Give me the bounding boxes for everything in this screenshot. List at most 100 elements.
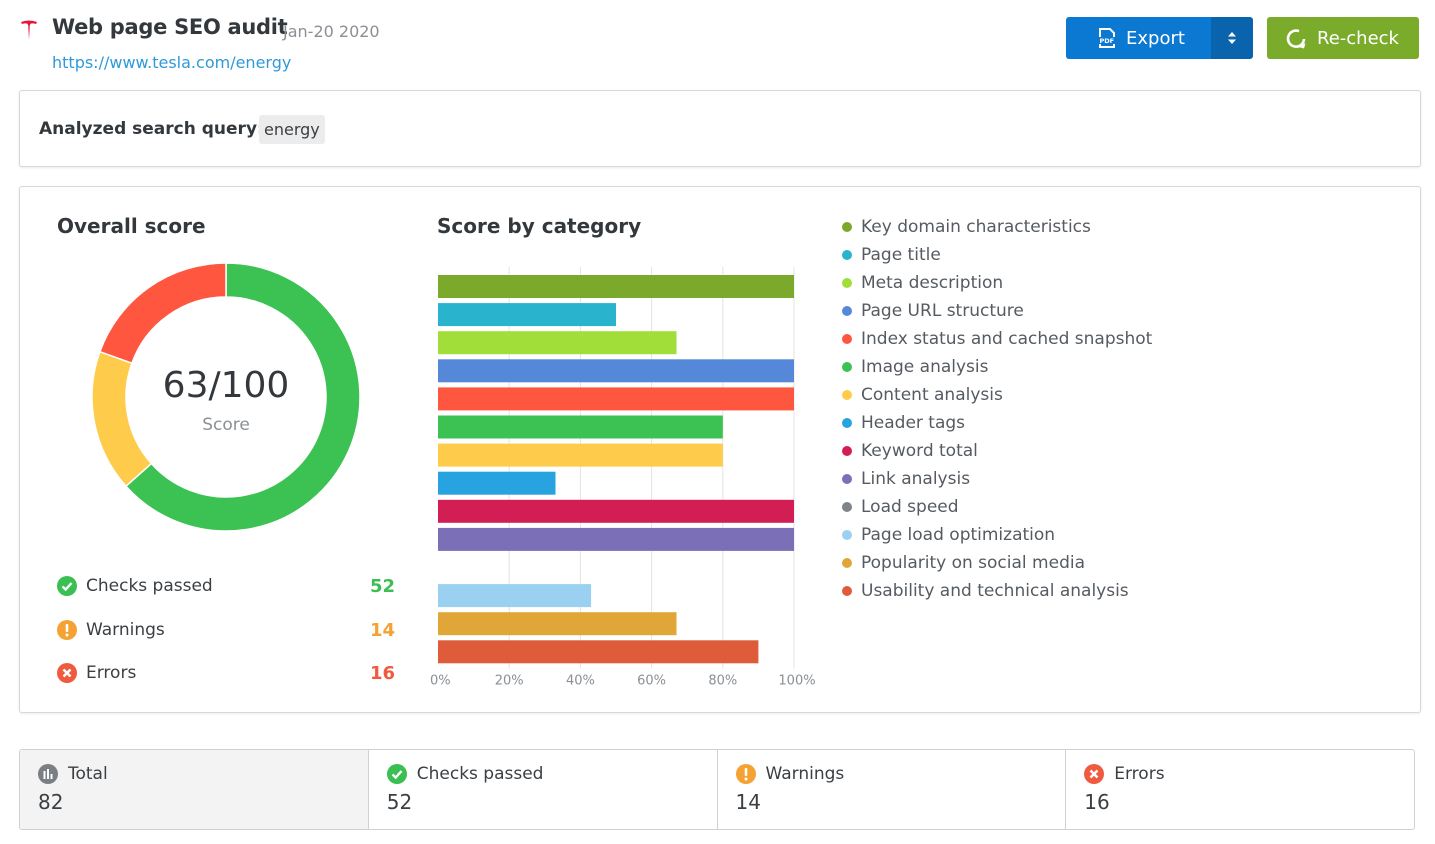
export-label: Export bbox=[1126, 27, 1185, 49]
bar-index-status-and-cached-snapshot[interactable] bbox=[438, 387, 794, 411]
errors-count: 16 bbox=[369, 662, 395, 684]
legend-item[interactable]: Header tags bbox=[842, 409, 1152, 437]
summary-tab-total[interactable]: Total 82 bbox=[20, 750, 369, 829]
score-label: Score bbox=[202, 415, 250, 435]
legend-label: Index status and cached snapshot bbox=[861, 329, 1153, 349]
legend-label: Usability and technical analysis bbox=[861, 581, 1129, 601]
audited-url-link[interactable]: https://www.tesla.com/energy bbox=[52, 53, 291, 72]
bar-popularity-on-social-media[interactable] bbox=[438, 612, 677, 636]
audit-date: Jan-20 2020 bbox=[283, 22, 380, 41]
bar-page-load-optimization[interactable] bbox=[438, 584, 592, 608]
check-circle-icon bbox=[57, 576, 77, 596]
summary-errors-value: 16 bbox=[1084, 790, 1110, 814]
summary-passed-value: 52 bbox=[386, 790, 413, 814]
bar-meta-description[interactable] bbox=[438, 331, 677, 355]
tesla-logo-icon bbox=[21, 20, 37, 40]
summary-tab-errors[interactable]: Errors 16 bbox=[1066, 750, 1414, 829]
summary-tabs: Total 82 Checks passed 52 Warnings 14 Er… bbox=[19, 749, 1415, 830]
bar-usability-and-technical-analysis[interactable] bbox=[438, 640, 759, 664]
category-score-heading: Score by category bbox=[437, 214, 642, 238]
legend-dot-icon bbox=[842, 362, 852, 372]
legend-item[interactable]: Content analysis bbox=[842, 381, 1152, 409]
legend-label: Link analysis bbox=[861, 469, 971, 489]
legend-label: Key domain characteristics bbox=[861, 217, 1091, 237]
errors-label: Errors bbox=[86, 663, 137, 683]
legend-dot-icon bbox=[842, 502, 852, 512]
legend-item[interactable]: Page title bbox=[842, 241, 1152, 269]
checks-passed-label: Checks passed bbox=[86, 576, 213, 596]
legend-item[interactable]: Popularity on social media bbox=[842, 549, 1152, 577]
legend-item[interactable]: Key domain characteristics bbox=[842, 213, 1152, 241]
legend-label: Content analysis bbox=[861, 385, 1003, 405]
bar-key-domain-characteristics[interactable] bbox=[438, 275, 794, 298]
legend-item[interactable]: Load speed bbox=[842, 493, 1152, 521]
x-tick-label: 100% bbox=[778, 673, 815, 687]
donut-slice-errors bbox=[98, 262, 227, 365]
legend-dot-icon bbox=[842, 558, 852, 568]
score-panel: Overall score Score by category 63/100 S… bbox=[19, 186, 1421, 713]
search-query-label: Analyzed search query: bbox=[39, 119, 264, 139]
legend-label: Page load optimization bbox=[861, 525, 1056, 545]
summary-warnings-label: Warnings bbox=[765, 764, 845, 784]
legend-item[interactable]: Index status and cached snapshot bbox=[842, 325, 1152, 353]
error-circle-icon bbox=[57, 663, 77, 683]
warning-circle-icon bbox=[57, 620, 77, 640]
legend-item[interactable]: Keyword total bbox=[842, 437, 1152, 465]
legend-label: Page title bbox=[861, 245, 941, 265]
legend-dot-icon bbox=[842, 390, 852, 400]
checks-passed-row: Checks passed 52 bbox=[57, 574, 395, 598]
x-tick-label: 20% bbox=[495, 673, 524, 687]
legend-label: Keyword total bbox=[861, 441, 978, 461]
category-bar-chart: 0% 20% 40% 60% 80% 100% bbox=[430, 267, 816, 687]
svg-text:PDF: PDF bbox=[1100, 37, 1115, 45]
legend-item[interactable]: Meta description bbox=[842, 269, 1152, 297]
recheck-button[interactable]: Re-check bbox=[1267, 17, 1419, 59]
bar-page-url-structure[interactable] bbox=[438, 359, 794, 383]
legend-item[interactable]: Link analysis bbox=[842, 465, 1152, 493]
bar-link-analysis[interactable] bbox=[438, 527, 794, 551]
error-circle-icon bbox=[1084, 764, 1105, 784]
x-tick-label: 40% bbox=[566, 673, 595, 687]
summary-total-value: 82 bbox=[38, 790, 64, 814]
summary-total-label: Total bbox=[68, 764, 108, 784]
score-value: 63/100 bbox=[162, 365, 290, 406]
legend-item[interactable]: Page load optimization bbox=[842, 521, 1152, 549]
legend-item[interactable]: Usability and technical analysis bbox=[842, 577, 1152, 605]
page-title: Web page SEO audit bbox=[52, 15, 288, 39]
bar-header-tags[interactable] bbox=[438, 471, 556, 495]
bar-keyword-total[interactable] bbox=[438, 499, 794, 523]
summary-tab-checks-passed[interactable]: Checks passed 52 bbox=[369, 750, 718, 829]
legend-item[interactable]: Image analysis bbox=[842, 353, 1152, 381]
legend-label: Meta description bbox=[861, 273, 1004, 293]
overall-score-heading: Overall score bbox=[57, 214, 206, 238]
search-query-panel: Analyzed search query: energy bbox=[19, 90, 1421, 167]
legend-dot-icon bbox=[842, 586, 852, 596]
bar-page-title[interactable] bbox=[438, 303, 616, 327]
search-query-tag: energy bbox=[259, 115, 325, 144]
x-tick-label: 80% bbox=[708, 673, 737, 687]
legend-label: Page URL structure bbox=[861, 301, 1024, 321]
legend-dot-icon bbox=[842, 530, 852, 540]
export-button[interactable]: PDF Export bbox=[1066, 17, 1211, 59]
export-options-toggle[interactable] bbox=[1211, 17, 1253, 59]
pdf-icon: PDF bbox=[1099, 28, 1116, 48]
legend-dot-icon bbox=[842, 474, 852, 484]
refresh-icon bbox=[1286, 29, 1306, 49]
legend-label: Load speed bbox=[861, 497, 959, 517]
category-legend: Key domain characteristics Page title Meta… bbox=[842, 213, 1152, 605]
legend-dot-icon bbox=[842, 446, 852, 456]
bar-image-analysis[interactable] bbox=[438, 415, 723, 439]
legend-item[interactable]: Page URL structure bbox=[842, 297, 1152, 325]
summary-passed-label: Checks passed bbox=[416, 764, 544, 784]
checks-passed-count: 52 bbox=[369, 575, 395, 597]
warnings-label: Warnings bbox=[86, 620, 165, 640]
recheck-label: Re-check bbox=[1317, 27, 1399, 49]
legend-dot-icon bbox=[842, 278, 852, 288]
legend-dot-icon bbox=[842, 306, 852, 316]
bar-content-analysis[interactable] bbox=[438, 443, 723, 467]
chart-circle-icon bbox=[38, 764, 58, 784]
legend-label: Image analysis bbox=[861, 357, 989, 377]
warning-circle-icon bbox=[735, 764, 756, 784]
summary-tab-warnings[interactable]: Warnings 14 bbox=[718, 750, 1067, 829]
x-tick-label: 0% bbox=[430, 673, 451, 687]
